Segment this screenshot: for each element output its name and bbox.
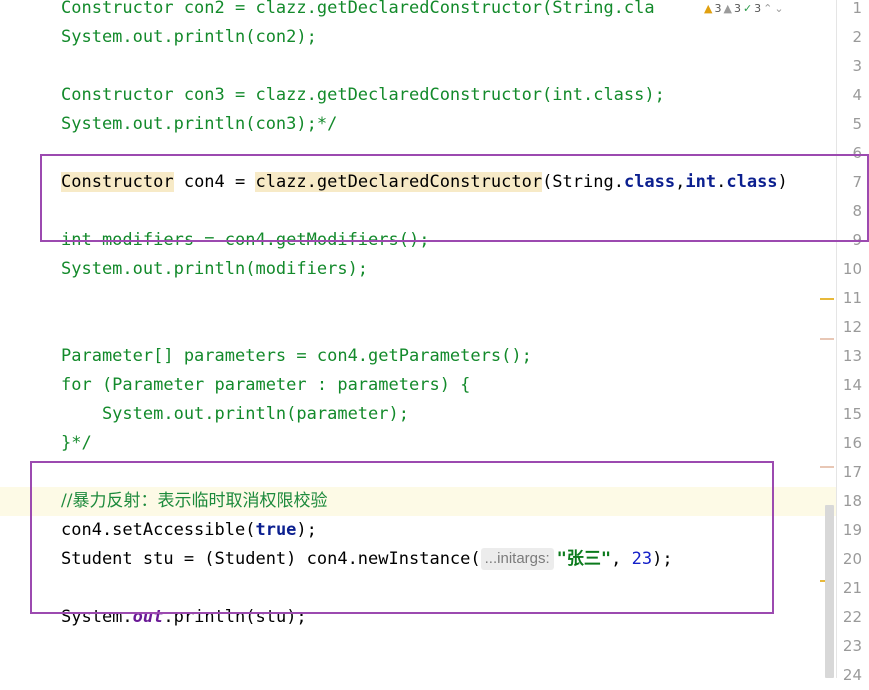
chevron-up-icon[interactable]: ⌃ xyxy=(763,2,772,15)
code-text: Constructor con2 = clazz.getDeclaredCons… xyxy=(61,0,655,18)
code-text: }*/ xyxy=(61,433,92,453)
line-number: 5 xyxy=(852,115,862,133)
line-number: 6 xyxy=(852,144,862,162)
code-line[interactable]: Parameter[] parameters = con4.getParamet… xyxy=(0,342,836,371)
token-plain: con4 = xyxy=(173,172,256,192)
code-line[interactable]: }*/ xyxy=(0,429,836,458)
code-line[interactable]: System.out.println(stu); xyxy=(0,603,836,632)
token-plain: ); xyxy=(296,520,317,540)
code-editor[interactable]: Constructor con2 = clazz.getDeclaredCons… xyxy=(0,0,836,678)
code-line[interactable]: con4.setAccessible(true); xyxy=(0,516,836,545)
code-comment: //暴力反射：表示临时取消权限校验 xyxy=(61,491,328,511)
code-line[interactable]: int modifiers = con4.getModifiers(); xyxy=(0,226,836,255)
token-keyword: class xyxy=(623,172,676,192)
token-keyword: class xyxy=(726,172,778,192)
inspection-widget[interactable]: ▲ 3 ▲ 3 ✓ 3 ⌃ ⌄ xyxy=(702,0,786,16)
weak-warnings-count: 3 xyxy=(733,1,741,15)
code-text: System.out.println(parameter); xyxy=(61,404,409,424)
token-keyword: int xyxy=(685,172,717,192)
code-line[interactable] xyxy=(0,52,836,81)
code-line[interactable]: Student stu = (Student) con4.newInstance… xyxy=(0,545,836,574)
line-number-gutter: 1 2 3 4 5 6 7 8 9 10 11 12 13 14 15 16 1… xyxy=(836,0,869,684)
line-number: 10 xyxy=(842,260,862,278)
code-text: System.out.println(modifiers); xyxy=(61,259,369,279)
code-line-current[interactable]: //暴力反射：表示临时取消权限校验 xyxy=(0,487,836,516)
token-plain: ); xyxy=(652,549,673,569)
line-number: 13 xyxy=(842,347,862,365)
token-plain: . xyxy=(716,172,727,192)
code-text: System.out.println(con2); xyxy=(61,27,317,47)
code-line[interactable]: System.out.println(con3);*/ xyxy=(0,110,836,139)
line-number: 4 xyxy=(852,86,862,104)
token-plain: , xyxy=(675,172,686,192)
token-type: Constructor xyxy=(61,172,174,192)
code-text: Student stu = (Student) con4.newInstance… xyxy=(61,545,673,574)
token-plain: .println(stu); xyxy=(163,607,307,627)
code-line[interactable] xyxy=(0,284,836,313)
line-number: 14 xyxy=(842,376,862,394)
chevron-down-icon[interactable]: ⌄ xyxy=(774,2,783,15)
line-number: 19 xyxy=(842,521,862,539)
token-plain: (String. xyxy=(542,172,624,192)
line-number: 22 xyxy=(842,608,862,626)
code-text: Constructor con4 = clazz.getDeclaredCons… xyxy=(61,168,788,197)
line-number: 2 xyxy=(852,28,862,46)
token-keyword: true xyxy=(255,520,297,540)
token-string: "张三" xyxy=(556,549,612,569)
token-method-call: clazz.getDeclaredConstructor xyxy=(255,172,543,192)
parameter-hint: ...initargs: xyxy=(480,548,554,570)
token-plain: System. xyxy=(61,607,133,627)
ok-count: 3 xyxy=(754,1,762,15)
code-line[interactable]: System.out.println(parameter); xyxy=(0,400,836,429)
code-line[interactable] xyxy=(0,313,836,342)
code-line[interactable] xyxy=(0,458,836,487)
warning-icon: ▲ xyxy=(704,1,713,15)
line-number: 11 xyxy=(842,289,862,307)
line-number: 8 xyxy=(852,202,862,220)
token-plain: , xyxy=(611,549,632,569)
line-number: 21 xyxy=(842,579,862,597)
code-text: int modifiers = con4.getModifiers(); xyxy=(61,230,430,250)
code-text: Constructor con3 = clazz.getDeclaredCons… xyxy=(61,85,665,105)
code-text: Parameter[] parameters = con4.getParamet… xyxy=(61,346,532,366)
code-line[interactable] xyxy=(0,197,836,226)
code-text: for (Parameter parameter : parameters) { xyxy=(61,375,471,395)
line-number: 23 xyxy=(842,637,862,655)
line-number: 1 xyxy=(852,0,862,17)
line-number: 7 xyxy=(852,173,862,191)
token-plain: Student stu = (Student) con4.newInstance… xyxy=(61,549,481,569)
line-number: 16 xyxy=(842,434,862,452)
warnings-count: 3 xyxy=(714,1,722,15)
line-number: 20 xyxy=(842,550,862,568)
code-line[interactable]: for (Parameter parameter : parameters) { xyxy=(0,371,836,400)
line-number: 18 xyxy=(842,492,862,510)
code-line[interactable]: Constructor con3 = clazz.getDeclaredCons… xyxy=(0,81,836,110)
line-number: 24 xyxy=(842,666,862,684)
token-plain: ) xyxy=(777,172,788,192)
code-line[interactable] xyxy=(0,139,836,168)
code-line[interactable]: System.out.println(con2); xyxy=(0,23,836,52)
typo-check-icon: ✓ xyxy=(742,1,753,15)
line-number: 3 xyxy=(852,57,862,75)
line-number: 9 xyxy=(852,231,862,249)
code-text: System.out.println(stu); xyxy=(61,603,307,632)
code-text: System.out.println(con3);*/ xyxy=(61,114,338,134)
weak-warning-icon: ▲ xyxy=(723,1,732,15)
code-text: con4.setAccessible(true); xyxy=(61,516,317,545)
token-plain: con4.setAccessible( xyxy=(61,520,256,540)
code-line[interactable]: Constructor con4 = clazz.getDeclaredCons… xyxy=(0,168,836,197)
line-number: 17 xyxy=(842,463,862,481)
token-static-field: out xyxy=(132,607,164,627)
code-line[interactable]: System.out.println(modifiers); xyxy=(0,255,836,284)
line-number: 12 xyxy=(842,318,862,336)
code-line[interactable] xyxy=(0,574,836,603)
token-number: 23 xyxy=(631,549,653,569)
line-number: 15 xyxy=(842,405,862,423)
